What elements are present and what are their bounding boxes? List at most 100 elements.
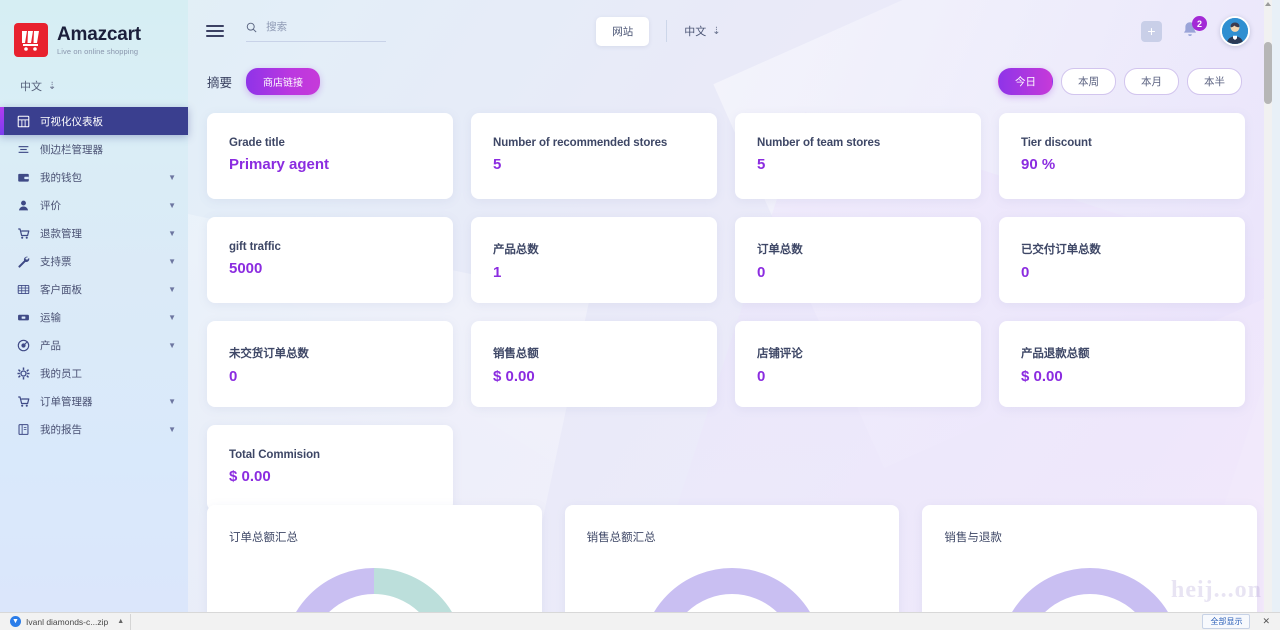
chart-card: 销售总额汇总 — [564, 505, 900, 612]
list-lines-icon — [14, 143, 32, 156]
sidebar-item-label: 订单管理器 — [40, 395, 93, 408]
show-all-downloads-button[interactable]: 全部显示 — [1202, 614, 1251, 629]
stat-value: 0 — [757, 264, 766, 281]
sidebar-item-label: 评价 — [40, 199, 61, 212]
stat-card: 订单总数 0 — [735, 217, 981, 303]
range-button-2[interactable]: 本月 — [1124, 67, 1179, 95]
app-root: Amazcart Live on online shopping 中文 ⇣ 可视… — [0, 0, 1272, 612]
table-grid-icon — [17, 284, 29, 294]
cart-icon — [17, 227, 29, 239]
avatar[interactable] — [1220, 16, 1250, 46]
site-button[interactable]: 网站 — [596, 16, 650, 46]
sidebar-item-label: 支持票 — [40, 255, 72, 268]
download-item[interactable]: ▼ Ivanl diamonds-c...zip ▲ — [6, 613, 132, 630]
user-icon — [18, 200, 28, 210]
brand-name: Amazcart — [57, 23, 141, 45]
stat-label: 已交付订单总数 — [1021, 244, 1101, 256]
list-lines-icon — [18, 145, 28, 153]
cart-filled-icon — [17, 395, 29, 407]
arrow-down-icon: ⇣ — [48, 80, 57, 92]
search-input[interactable] — [266, 21, 386, 33]
donut-chart-wrapper — [274, 559, 474, 612]
wrench-icon — [17, 256, 29, 268]
tag-circle-icon — [14, 339, 32, 352]
search-box[interactable] — [246, 21, 386, 42]
stat-label: gift traffic — [229, 241, 281, 253]
scroll-up-arrow-icon[interactable] — [1265, 2, 1271, 6]
download-file-name: Ivanl diamonds-c...zip — [26, 616, 109, 627]
page-title: 摘要 — [207, 75, 233, 90]
sidebar-item-11[interactable]: 我的报告 ▼ — [0, 415, 188, 443]
header-language-selector[interactable]: 中文 ⇣ — [684, 23, 720, 39]
sidebar-item-10[interactable]: 订单管理器 ▼ — [0, 387, 188, 415]
charts-row: 订单总额汇总 销售总额汇总 销售与退款 — [207, 505, 1258, 612]
summary-bar: 摘要 商店链接 今日 本周 本月 本半 — [188, 62, 1264, 100]
sidebar-item-2[interactable]: 我的钱包 ▼ — [0, 163, 188, 191]
sidebar: Amazcart Live on online shopping 中文 ⇣ 可视… — [0, 0, 188, 612]
sidebar-item-9[interactable]: 我的员工 — [0, 359, 188, 387]
sidebar-item-8[interactable]: 产品 ▼ — [0, 331, 188, 359]
sidebar-item-6[interactable]: 客户面板 ▼ — [0, 275, 188, 303]
sidebar-item-label: 产品 — [40, 339, 61, 352]
donut-chart-wrapper — [632, 559, 832, 612]
chevron-up-icon[interactable]: ▲ — [117, 618, 124, 625]
sidebar-item-4[interactable]: 退款管理 ▼ — [0, 219, 188, 247]
stat-card: 产品总数 1 — [471, 217, 717, 303]
sidebar-language-selector[interactable]: 中文 ⇣ — [0, 66, 188, 105]
range-button-3[interactable]: 本半 — [1187, 67, 1242, 95]
stat-value: 1 — [493, 264, 502, 281]
gear-icon — [14, 366, 32, 380]
wrench-icon — [14, 255, 32, 268]
page-scrollbar[interactable] — [1264, 0, 1272, 612]
stat-value: 5000 — [229, 260, 263, 277]
stat-value: 5 — [493, 156, 502, 173]
sidebar-item-1[interactable]: 侧边栏管理器 — [0, 135, 188, 163]
notification-badge: 2 — [1192, 16, 1207, 31]
chevron-down-icon[interactable]: ▼ — [168, 257, 176, 266]
user-icon — [14, 199, 32, 212]
header-language-label: 中文 — [684, 26, 707, 38]
sidebar-item-label: 退款管理 — [40, 227, 82, 240]
stat-card: 已交付订单总数 0 — [999, 217, 1245, 303]
stat-label: Number of recommended stores — [493, 137, 668, 149]
browser-download-bar: ▼ Ivanl diamonds-c...zip ▲ 全部显示 ✕ — [0, 612, 1280, 630]
scrollbar-thumb[interactable] — [1264, 42, 1272, 104]
notification-bell[interactable]: 2 — [1180, 16, 1207, 43]
close-icon[interactable]: ✕ — [1258, 616, 1274, 627]
brand[interactable]: Amazcart Live on online shopping — [0, 0, 188, 66]
wallet-icon — [14, 171, 32, 184]
chevron-down-icon[interactable]: ▼ — [168, 285, 176, 294]
chevron-down-icon[interactable]: ▼ — [168, 397, 176, 406]
sidebar-item-0[interactable]: 可视化仪表板 — [0, 107, 188, 135]
store-link-button[interactable]: 商店链接 — [246, 67, 321, 95]
chevron-down-icon[interactable]: ▼ — [168, 425, 176, 434]
dashboard-grid-icon — [17, 115, 29, 127]
brand-tagline: Live on online shopping — [57, 46, 139, 56]
stat-card: Number of team stores 5 — [735, 113, 981, 199]
chevron-down-icon[interactable]: ▼ — [168, 341, 176, 350]
stat-card: Number of recommended stores 5 — [471, 113, 717, 199]
sidebar-item-7[interactable]: 运输 ▼ — [0, 303, 188, 331]
sidebar-item-label: 我的钱包 — [40, 171, 82, 184]
stat-label: 销售总额 — [493, 348, 539, 360]
sidebar-item-5[interactable]: 支持票 ▼ — [0, 247, 188, 275]
donut-chart-wrapper — [990, 559, 1190, 612]
stat-card: 未交货订单总数 0 — [207, 321, 453, 407]
date-range-filter: 今日 本周 本月 本半 — [998, 67, 1242, 95]
cart-icon — [14, 227, 32, 240]
chevron-down-icon[interactable]: ▼ — [168, 313, 176, 322]
chart-title: 销售与退款 — [944, 532, 1002, 544]
sidebar-item-label: 客户面板 — [40, 283, 82, 296]
range-button-0[interactable]: 今日 — [998, 67, 1053, 95]
chevron-down-icon[interactable]: ▼ — [168, 229, 176, 238]
wallet-icon — [17, 173, 29, 182]
chevron-down-icon[interactable]: ▼ — [168, 173, 176, 182]
chevron-down-icon[interactable]: ▼ — [168, 201, 176, 210]
stat-value: 90 % — [1021, 156, 1056, 173]
sidebar-item-label: 我的报告 — [40, 423, 82, 436]
range-button-1[interactable]: 本周 — [1061, 67, 1116, 95]
stat-value: 0 — [1021, 264, 1030, 281]
sidebar-item-3[interactable]: 评价 ▼ — [0, 191, 188, 219]
hamburger-menu-icon[interactable] — [206, 22, 224, 40]
plus-icon[interactable]: + — [1141, 20, 1162, 42]
